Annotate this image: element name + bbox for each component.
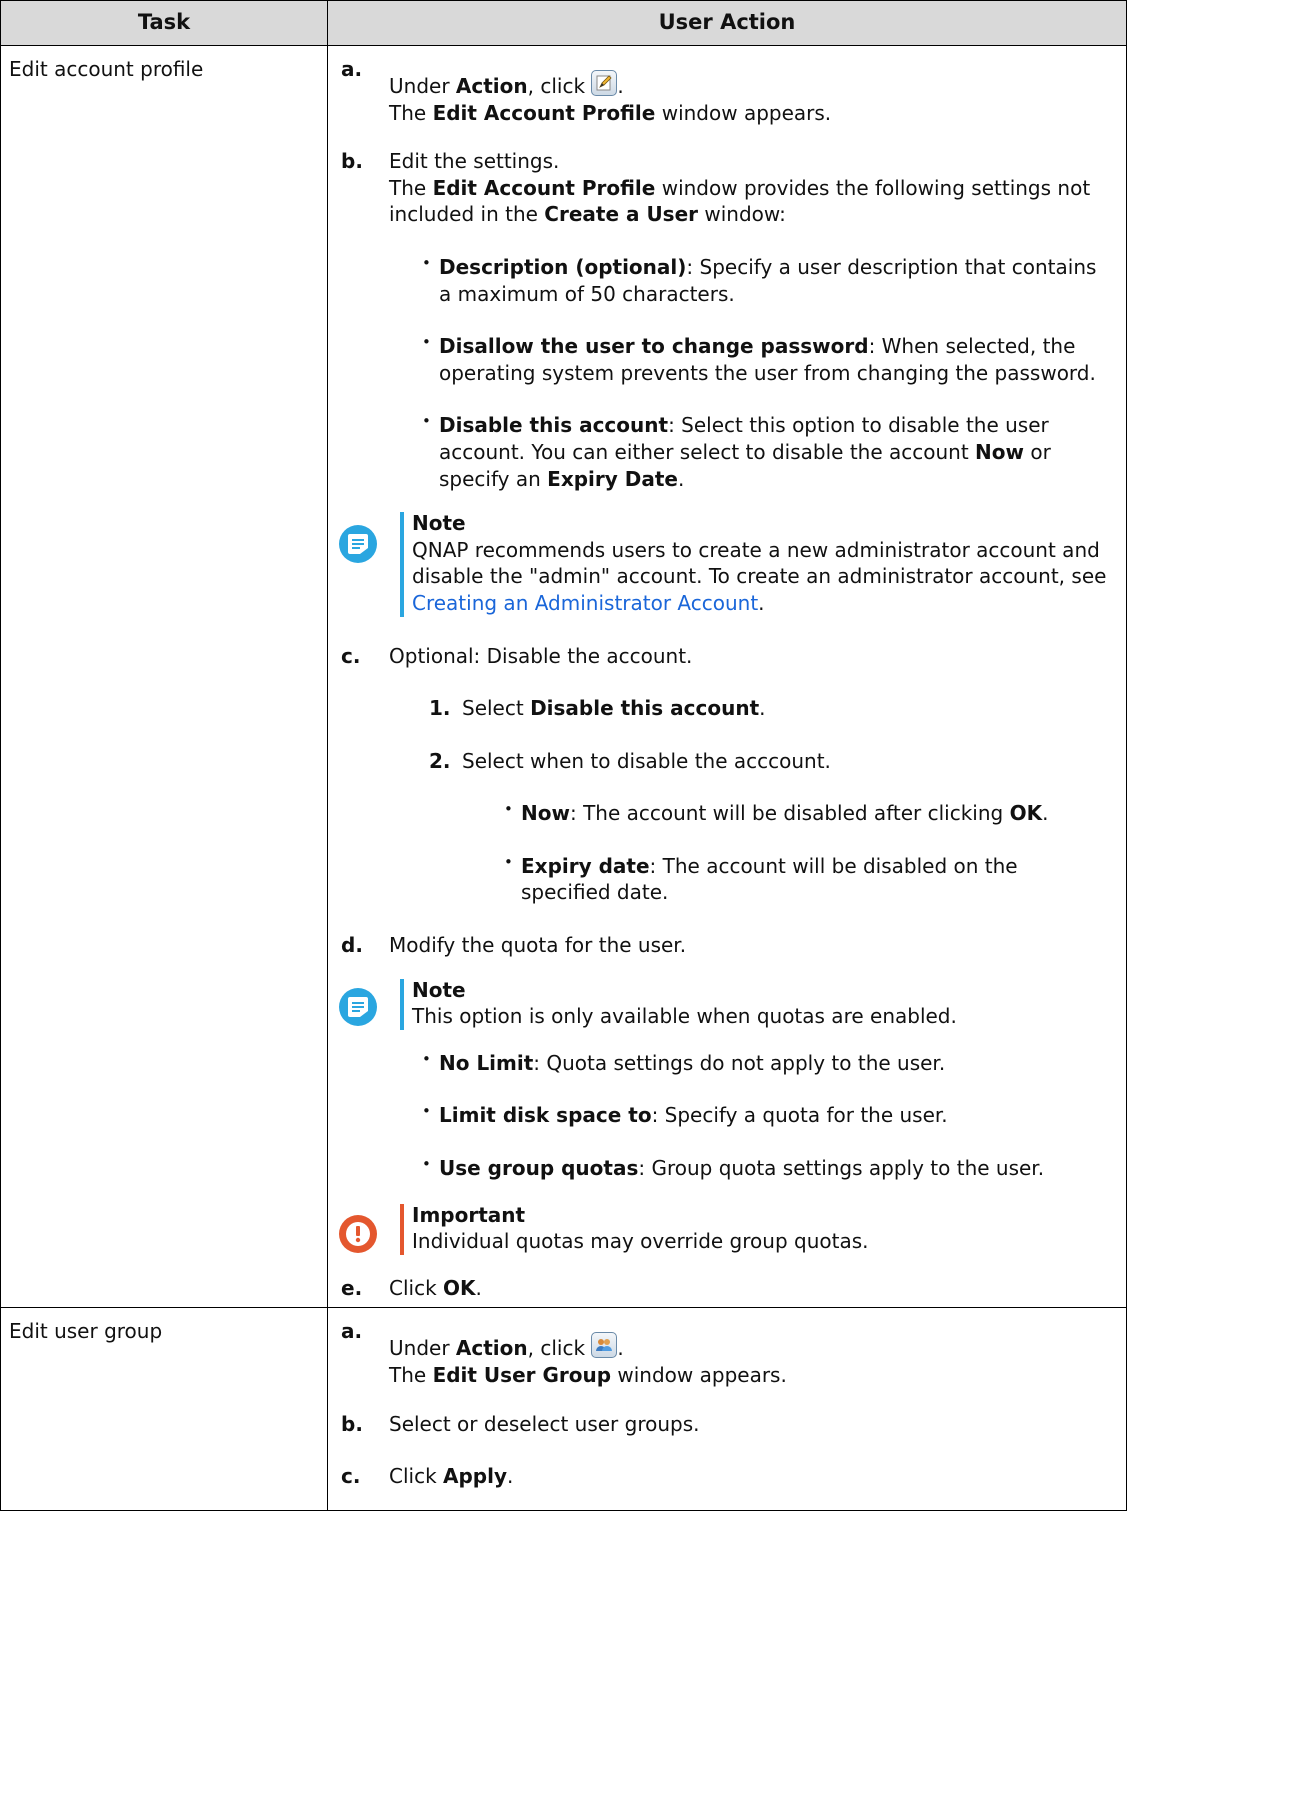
- header-task: Task: [0, 0, 328, 46]
- important-callout: Important Individual quotas may override…: [297, 1202, 1112, 1255]
- important-accent-bar: [400, 1203, 404, 1255]
- action-cell: a. Under Action, click . The Edit User G…: [327, 1307, 1127, 1511]
- step-e: e. Click OK.: [341, 1275, 482, 1300]
- step-b: b. Edit the settings. The Edit Account P…: [340, 148, 1112, 492]
- user-group-icon[interactable]: [591, 1332, 618, 1359]
- list-item: Now: The account will be disabled after …: [389, 800, 1112, 827]
- list-item: 2. Select when to disable the acccount.: [429, 748, 831, 773]
- list-item: Use group quotas: Group quota settings a…: [389, 1155, 1112, 1182]
- list-item: Description (optional): Specify a user d…: [389, 254, 1112, 307]
- table-header-row: Task User Action: [0, 0, 1127, 46]
- creating-admin-account-link[interactable]: Creating an Administrator Account: [412, 591, 758, 615]
- list-item: Limit disk space to: Specify a quota for…: [389, 1102, 1112, 1129]
- warning-icon: [338, 1214, 378, 1254]
- list-item: 1. Select Disable this account.: [429, 696, 766, 721]
- note-callout: Note QNAP recommends users to create a n…: [297, 510, 1112, 617]
- step-d: d. Modify the quota for the user.: [341, 933, 687, 958]
- step-c: c. Click Apply.: [341, 1464, 514, 1489]
- header-user-action: User Action: [327, 0, 1127, 46]
- list-item: Disable this account: Select this option…: [389, 412, 1112, 492]
- list-item: Expiry date: The account will be disable…: [389, 853, 1112, 906]
- table-row: Edit account profile a. Under Action, cl…: [0, 44, 1127, 1309]
- note-icon: [338, 524, 378, 564]
- task-table: Task User Action Edit account profile a.…: [0, 0, 1127, 1511]
- step-a: a. Under Action, click . The Edit User G…: [341, 1319, 787, 1387]
- action-cell: a. Under Action, click . The Edit Accoun…: [327, 44, 1127, 1309]
- task-cell: Edit account profile: [0, 44, 328, 1309]
- list-item: Disallow the user to change password: Wh…: [389, 333, 1112, 386]
- edit-icon[interactable]: [591, 70, 618, 96]
- note-accent-bar: [400, 978, 404, 1030]
- step-a: a. Under Action, click . The Edit Accoun…: [341, 57, 832, 125]
- note-accent-bar: [400, 512, 404, 617]
- note-callout: Note This option is only available when …: [297, 977, 1112, 1030]
- note-icon: [338, 987, 378, 1027]
- table-row: Edit user group a. Under Action, click .…: [0, 1307, 1127, 1511]
- step-c: c. Optional: Disable the account. 1. Sel…: [340, 643, 1112, 907]
- list-item: No Limit: Quota settings do not apply to…: [389, 1050, 1112, 1077]
- task-cell: Edit user group: [0, 1307, 328, 1511]
- step-b: b. Select or deselect user groups.: [341, 1411, 700, 1436]
